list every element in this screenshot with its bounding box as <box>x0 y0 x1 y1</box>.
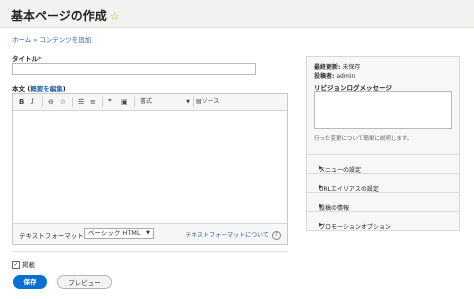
breadcrumb: ホーム» コンテンツを追加 <box>12 34 91 44</box>
last-saved-meta: 最終更新: 未保存 <box>314 62 360 71</box>
author-meta: 投稿者: admin <box>314 71 355 80</box>
toolbar-divider <box>134 97 135 107</box>
style-select[interactable]: 書式 ▼ <box>140 97 190 107</box>
italic-button[interactable]: I <box>31 97 34 107</box>
last-saved-value: 未保存 <box>342 64 361 71</box>
accordion-menu-settings[interactable]: ▶ メニューの設定 <box>307 154 459 174</box>
save-button[interactable]: 保存 <box>13 275 47 289</box>
image-icon[interactable]: ▣ <box>121 97 128 107</box>
title-input[interactable] <box>12 63 256 75</box>
summary-close-paren: ) <box>62 85 66 93</box>
style-select-label: 書式 <box>140 98 153 105</box>
text-format-label: テキストフォーマット <box>19 232 84 240</box>
text-format-select[interactable]: ベーシック HTML ▼ <box>84 228 154 239</box>
last-saved-label: 最終更新: <box>314 64 341 71</box>
author-value: admin <box>336 73 356 80</box>
text-format-bar: テキストフォーマット ベーシック HTML ▼ テキストフォーマットについて? <box>13 223 287 244</box>
body-label: 本文 (概要を編集) <box>12 83 66 93</box>
link-icon[interactable]: ⊖ <box>48 97 54 107</box>
unlink-icon[interactable]: ⊘ <box>60 97 66 107</box>
breadcrumb-add-content-link[interactable]: コンテンツを追加 <box>39 36 91 44</box>
editor-toolbar: B I ⊖ ⊘ ☰ ≡ ❞ ▣ 書式 ▼ ▤ソース <box>13 94 287 111</box>
title-label: タイトル* <box>12 53 41 63</box>
toolbar-divider <box>72 97 73 107</box>
help-icon: ? <box>272 231 281 240</box>
text-format-value: ベーシック HTML <box>88 229 141 237</box>
sidebar-panel: 最終更新: 未保存 投稿者: admin リビジョンログメッセージ 行った変更に… <box>306 56 460 231</box>
editor-content-area[interactable] <box>13 110 287 224</box>
preview-button[interactable]: プレビュー <box>57 275 112 289</box>
title-label-text: タイトル <box>12 55 38 63</box>
publish-row: ✓ 掲載 <box>12 259 35 269</box>
revision-log-textarea[interactable] <box>314 91 452 129</box>
star-icon[interactable]: ☆ <box>110 10 120 23</box>
publish-checkbox[interactable]: ✓ <box>12 261 20 269</box>
bold-button[interactable]: B <box>19 97 24 107</box>
required-mark: * <box>38 55 42 63</box>
breadcrumb-home-link[interactable]: ホーム <box>12 36 31 44</box>
source-button[interactable]: ▤ソース <box>196 97 219 107</box>
accordion-label: プロモーションオプション <box>319 224 391 231</box>
accordion-url-alias[interactable]: ▶ URLエイリアスの設定 <box>307 173 459 193</box>
chevron-down-icon: ▼ <box>186 99 190 105</box>
page-title-text: 基本ページの作成 <box>11 9 107 23</box>
toolbar-divider <box>102 97 103 107</box>
text-format-help-link[interactable]: テキストフォーマットについて? <box>185 230 281 240</box>
toolbar-divider <box>42 97 43 107</box>
page-header: 基本ページの作成 ☆ <box>0 0 474 28</box>
toolbar-divider <box>193 97 194 107</box>
author-label: 投稿者: <box>314 73 335 80</box>
numbered-list-icon[interactable]: ≡ <box>90 97 96 107</box>
bullet-list-icon[interactable]: ☰ <box>78 97 84 107</box>
publish-label: 掲載 <box>22 261 35 269</box>
page-title: 基本ページの作成 ☆ <box>11 7 120 24</box>
blockquote-icon[interactable]: ❞ <box>108 97 112 107</box>
breadcrumb-separator: » <box>33 36 38 44</box>
revision-log-help: 行った変更について簡単に説明します。 <box>314 136 413 142</box>
form-divider <box>12 251 288 252</box>
edit-summary-link[interactable]: 概要を編集 <box>30 85 63 93</box>
accordion-authoring-info[interactable]: ▶ 投稿の情報 <box>307 192 459 212</box>
source-label: ソース <box>201 98 220 105</box>
chevron-down-icon: ▼ <box>146 230 150 236</box>
body-editor: B I ⊖ ⊘ ☰ ≡ ❞ ▣ 書式 ▼ ▤ソース テキストフォーマット ベーシッ… <box>12 93 288 245</box>
text-format-help-text: テキストフォーマットについて <box>185 232 269 239</box>
accordion-promotion-options[interactable]: ▶ プロモーションオプション <box>307 211 459 231</box>
body-label-text: 本文 <box>12 85 25 93</box>
